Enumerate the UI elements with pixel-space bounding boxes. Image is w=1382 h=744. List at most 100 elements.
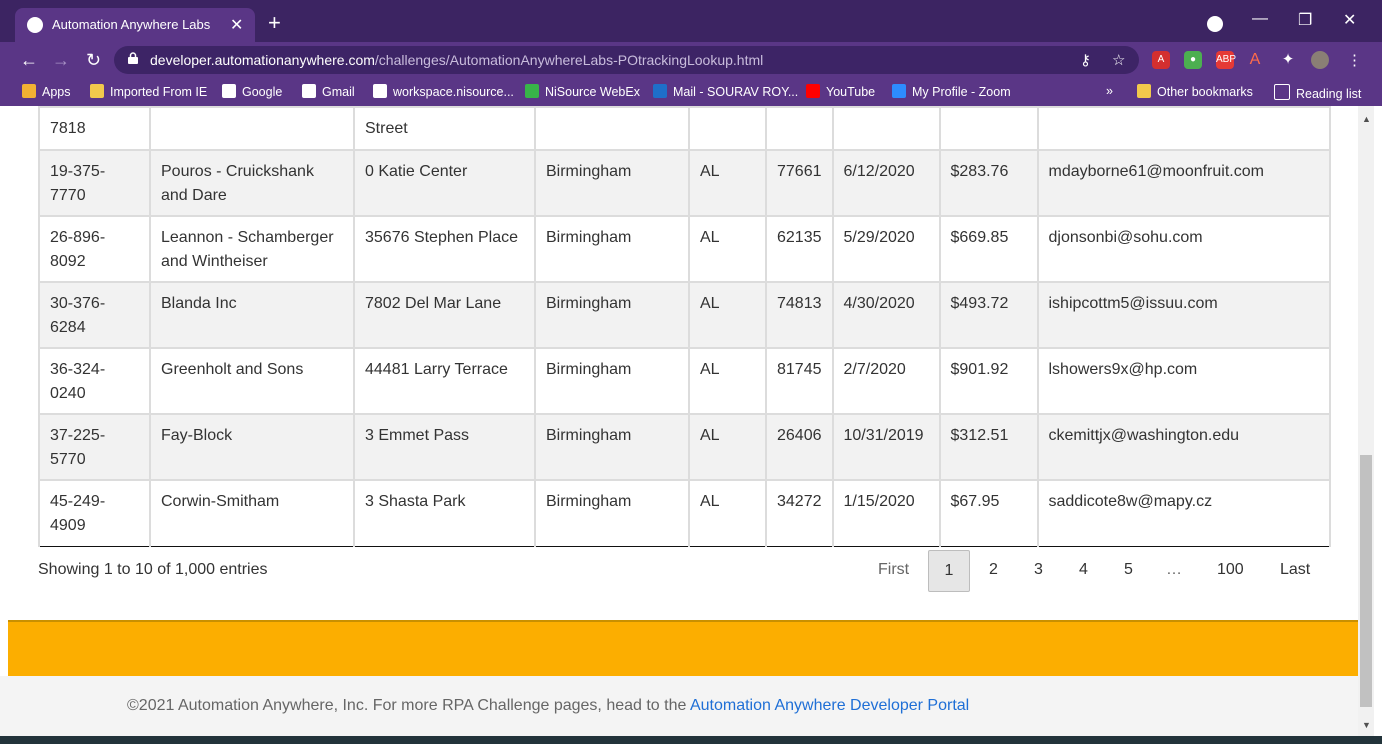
pagination-page-4[interactable]: 4 (1079, 561, 1088, 603)
profile-menu-icon[interactable] (1207, 16, 1223, 32)
table-cell (831, 106, 941, 151)
cell-supplier: Fay-Block (149, 413, 355, 481)
new-tab-icon[interactable]: + (268, 12, 281, 34)
window-close-icon[interactable]: ✕ (1343, 10, 1356, 30)
cell-amount: $669.85 (938, 215, 1039, 283)
bookmark-mail[interactable]: Mail - SOURAV ROY... (653, 84, 798, 99)
table-row: 36-324-0240 Greenholt and Sons 44481 Larry… (38, 347, 1331, 415)
extension-icon[interactable]: ● (1184, 51, 1202, 69)
bookmark-zoom[interactable]: My Profile - Zoom (892, 84, 1011, 99)
scrollbar-thumb[interactable] (1360, 455, 1372, 707)
bookmarks-overflow-icon[interactable]: » (1106, 84, 1113, 98)
other-bookmarks[interactable]: Other bookmarks (1137, 84, 1253, 99)
youtube-icon (806, 84, 820, 98)
close-icon[interactable]: ✕ (230, 15, 243, 35)
puzzle-extensions-icon[interactable]: ✦ (1279, 51, 1297, 69)
adblock-extension-icon[interactable]: ABP (1216, 51, 1236, 69)
table-cell (765, 106, 834, 151)
cell-address: 3 Shasta Park (353, 479, 536, 547)
footer-copy: ©2021 Automation Anywhere, Inc. For more… (127, 697, 690, 714)
pagination-page-5[interactable]: 5 (1124, 561, 1133, 603)
table-cell (534, 106, 690, 151)
cell-supplier: Leannon - Schamberger and Wintheiser (149, 215, 355, 283)
cell-address: 3 Emmet Pass (353, 413, 536, 481)
table-row: 7818 Street (38, 106, 1331, 151)
bookmark-google[interactable]: Google (222, 84, 282, 99)
tab-title: Automation Anywhere Labs - PO (52, 17, 212, 32)
reload-icon[interactable]: ↻ (86, 49, 101, 71)
pagination-page-3[interactable]: 3 (1034, 561, 1043, 603)
reading-list-icon (1274, 84, 1290, 100)
pagination-ellipsis: … (1166, 561, 1182, 578)
google-icon (222, 84, 236, 98)
minimize-icon[interactable]: — (1252, 10, 1268, 28)
cell-date: 1/15/2020 (831, 479, 941, 547)
cell-state: AL (688, 149, 767, 217)
cell-city: Birmingham (534, 215, 690, 283)
cell-date: 2/7/2020 (831, 347, 941, 415)
cell-po: 19-375-7770 (38, 149, 151, 217)
cell-city: Birmingham (534, 281, 690, 349)
url-text: developer.automationanywhere.com/challen… (150, 52, 763, 68)
cell-date: 4/30/2020 (831, 281, 941, 349)
cell-supplier: Pouros - Cruickshank and Dare (149, 149, 355, 217)
table-cell (149, 106, 355, 151)
apps-grid-icon (22, 84, 36, 98)
pagination-first[interactable]: First (878, 561, 909, 603)
bookmark-label: Gmail (322, 85, 355, 99)
bookmark-label: Reading list (1296, 87, 1362, 101)
reading-list[interactable]: Reading list (1274, 84, 1361, 101)
bookmark-apps[interactable]: Apps (22, 84, 71, 99)
kebab-menu-icon[interactable]: ⋮ (1347, 51, 1362, 69)
webex-icon (525, 84, 539, 98)
scroll-up-icon[interactable]: ▲ (1362, 114, 1371, 124)
cell-supplier: Greenholt and Sons (149, 347, 355, 415)
folder-icon (90, 84, 104, 98)
bookmark-label: Google (242, 85, 283, 99)
cell-state: AL (688, 479, 767, 547)
pagination-page-2[interactable]: 2 (989, 561, 998, 603)
cell-supplier: Corwin-Smitham (149, 479, 355, 547)
cell-po: 36-324-0240 (38, 347, 151, 415)
developer-portal-link[interactable]: Automation Anywhere Developer Portal (690, 697, 969, 714)
table-row: 19-375-7770 Pouros - Cruickshank and Dare… (38, 149, 1331, 217)
forward-icon[interactable]: → (52, 49, 70, 71)
avatar[interactable] (1311, 51, 1329, 69)
bookmark-webex[interactable]: NiSource WebEx (525, 84, 640, 99)
cell-po: 37-225-5770 (38, 413, 151, 481)
globe-icon (27, 17, 43, 33)
cell-email: mdayborne61@moonfruit.com (1036, 149, 1331, 217)
cell-email: djonsonbi@sohu.com (1036, 215, 1331, 283)
pagination-page-1[interactable]: 1 (928, 550, 970, 592)
bookmark-youtube[interactable]: YouTube (806, 84, 875, 99)
po-table: 7818 Street 19-375-7770 Pouros - Cruicksh… (38, 106, 1331, 547)
cell-address: 44481 Larry Terrace (353, 347, 536, 415)
bookmark-imported-from-ie[interactable]: Imported From IE (90, 84, 207, 99)
cell-city: Birmingham (534, 149, 690, 217)
bookmark-workspace[interactable]: workspace.nisource... (373, 84, 514, 99)
scroll-down-icon[interactable]: ▼ (1362, 720, 1371, 730)
pagination-last[interactable]: Last (1280, 561, 1310, 603)
acrobat-extension-icon[interactable]: A (1152, 51, 1170, 69)
cell-address: 35676 Stephen Place (353, 215, 536, 283)
cell-zip: 74813 (765, 281, 834, 349)
cell-zip: 77661 (765, 149, 834, 217)
bookmark-label: Mail - SOURAV ROY... (673, 85, 799, 99)
restore-icon[interactable]: ❐ (1298, 10, 1312, 30)
cell-state: AL (688, 413, 767, 481)
table-cell: 7818 (38, 106, 151, 151)
cell-date: 6/12/2020 (831, 149, 941, 217)
bookmark-label: My Profile - Zoom (912, 85, 1011, 99)
star-icon[interactable]: ☆ (1112, 51, 1125, 69)
back-icon[interactable]: ← (20, 49, 38, 71)
key-icon[interactable]: ⚷ (1080, 51, 1091, 69)
url-host: developer.automationanywhere.com (150, 52, 375, 68)
table-row: 45-249-4909 Corwin-Smitham 3 Shasta Park Bi… (38, 479, 1331, 547)
bookmark-gmail[interactable]: Gmail (302, 84, 355, 99)
cell-amount: $283.76 (938, 149, 1039, 217)
cell-zip: 26406 (765, 413, 834, 481)
pagination-page-100[interactable]: 100 (1217, 561, 1244, 603)
cell-state: AL (688, 347, 767, 415)
browser-tab[interactable]: Automation Anywhere Labs - PO ✕ (15, 8, 255, 42)
acrobat-sign-icon[interactable]: A (1246, 51, 1264, 69)
